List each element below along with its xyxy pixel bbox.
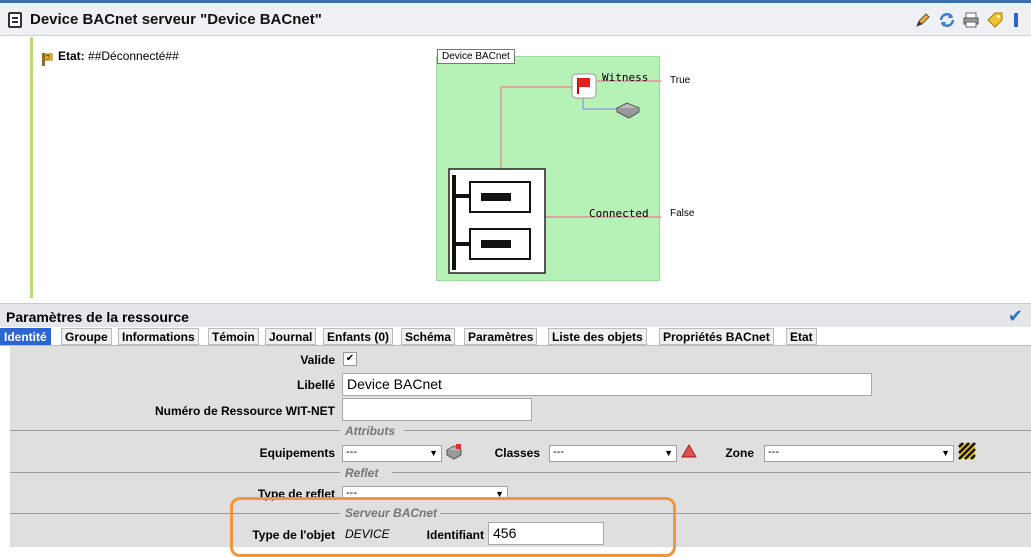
classes-select[interactable]: --- <box>549 445 677 462</box>
valide-checkbox[interactable]: ✔ <box>343 352 357 366</box>
connected-value: False <box>670 208 695 219</box>
tab-identite[interactable]: Identité <box>0 328 51 345</box>
tab-liste-objets[interactable]: Liste des objets <box>548 328 647 345</box>
validate-check-icon[interactable]: ✔ <box>1008 306 1023 327</box>
connected-label: Connected <box>589 207 649 220</box>
zone-label: Zone <box>725 446 754 460</box>
classes-label: Classes <box>494 446 540 460</box>
tag-icon[interactable] <box>986 11 1004 29</box>
equipements-label: Equipements <box>259 446 335 460</box>
state-bar <box>30 37 33 298</box>
tab-journal[interactable]: Journal <box>265 328 317 345</box>
edit-pencil-icon[interactable] <box>914 11 932 29</box>
numero-ressource-input[interactable] <box>342 398 532 421</box>
equipements-select[interactable]: --- <box>342 445 442 462</box>
zone-select[interactable]: --- <box>764 445 954 462</box>
serveur-bacnet-highlight <box>230 497 676 557</box>
tab-temoin[interactable]: Témoin <box>208 328 259 345</box>
device-diagram-label: Device BACnet <box>437 49 515 64</box>
valide-label: Valide <box>300 353 335 367</box>
attributs-divider-left <box>10 430 340 431</box>
libelle-input[interactable]: Device BACnet <box>342 373 872 396</box>
reflet-divider-right <box>392 472 1031 473</box>
attributs-divider-right <box>404 430 1031 431</box>
reflet-section-title: Reflet <box>345 466 379 480</box>
equipements-icon[interactable] <box>444 442 464 460</box>
tab-schema[interactable]: Schéma <box>401 328 456 345</box>
svg-text:?: ? <box>46 55 50 62</box>
state-label: Etat: <box>58 49 85 63</box>
state-key-icon: ? <box>40 51 54 67</box>
witness-value: True <box>670 75 691 86</box>
tab-proprietes-bacnet[interactable]: Propriétés BACnet <box>659 328 774 345</box>
attributs-section-title: Attributs <box>345 424 395 438</box>
title-bar: Device BACnet serveur "Device BACnet" <box>0 0 1031 36</box>
tab-strip: Identité Groupe Informations Témoin Jour… <box>0 327 1031 346</box>
tab-etat[interactable]: Etat <box>786 328 817 345</box>
zone-icon[interactable] <box>958 442 976 460</box>
tab-parametres[interactable]: Paramètres <box>464 328 538 345</box>
numero-ressource-label: Numéro de Ressource WIT-NET <box>154 404 335 418</box>
witness-label: Witness <box>602 71 649 84</box>
reflet-divider-left <box>10 472 340 473</box>
device-diagram: Witness Connected <box>436 56 661 281</box>
print-icon[interactable] <box>962 11 980 29</box>
classes-triangle-icon[interactable] <box>680 443 698 459</box>
state-text: Etat: ##Déconnecté## <box>58 49 179 63</box>
tab-groupe[interactable]: Groupe <box>61 328 112 345</box>
state-value: ##Déconnecté## <box>88 49 179 63</box>
resource-tree-icon <box>8 12 22 28</box>
params-title: Paramètres de la ressource <box>6 309 189 325</box>
libelle-label: Libellé <box>296 378 335 392</box>
params-header: Paramètres de la ressource ✔ <box>0 303 1031 327</box>
page-title: Device BACnet serveur "Device BACnet" <box>30 11 322 28</box>
tab-enfants[interactable]: Enfants (0) <box>323 328 394 345</box>
refresh-icon[interactable] <box>938 11 956 29</box>
help-icon[interactable] <box>1012 11 1026 29</box>
tab-informations[interactable]: Informations <box>118 328 199 345</box>
